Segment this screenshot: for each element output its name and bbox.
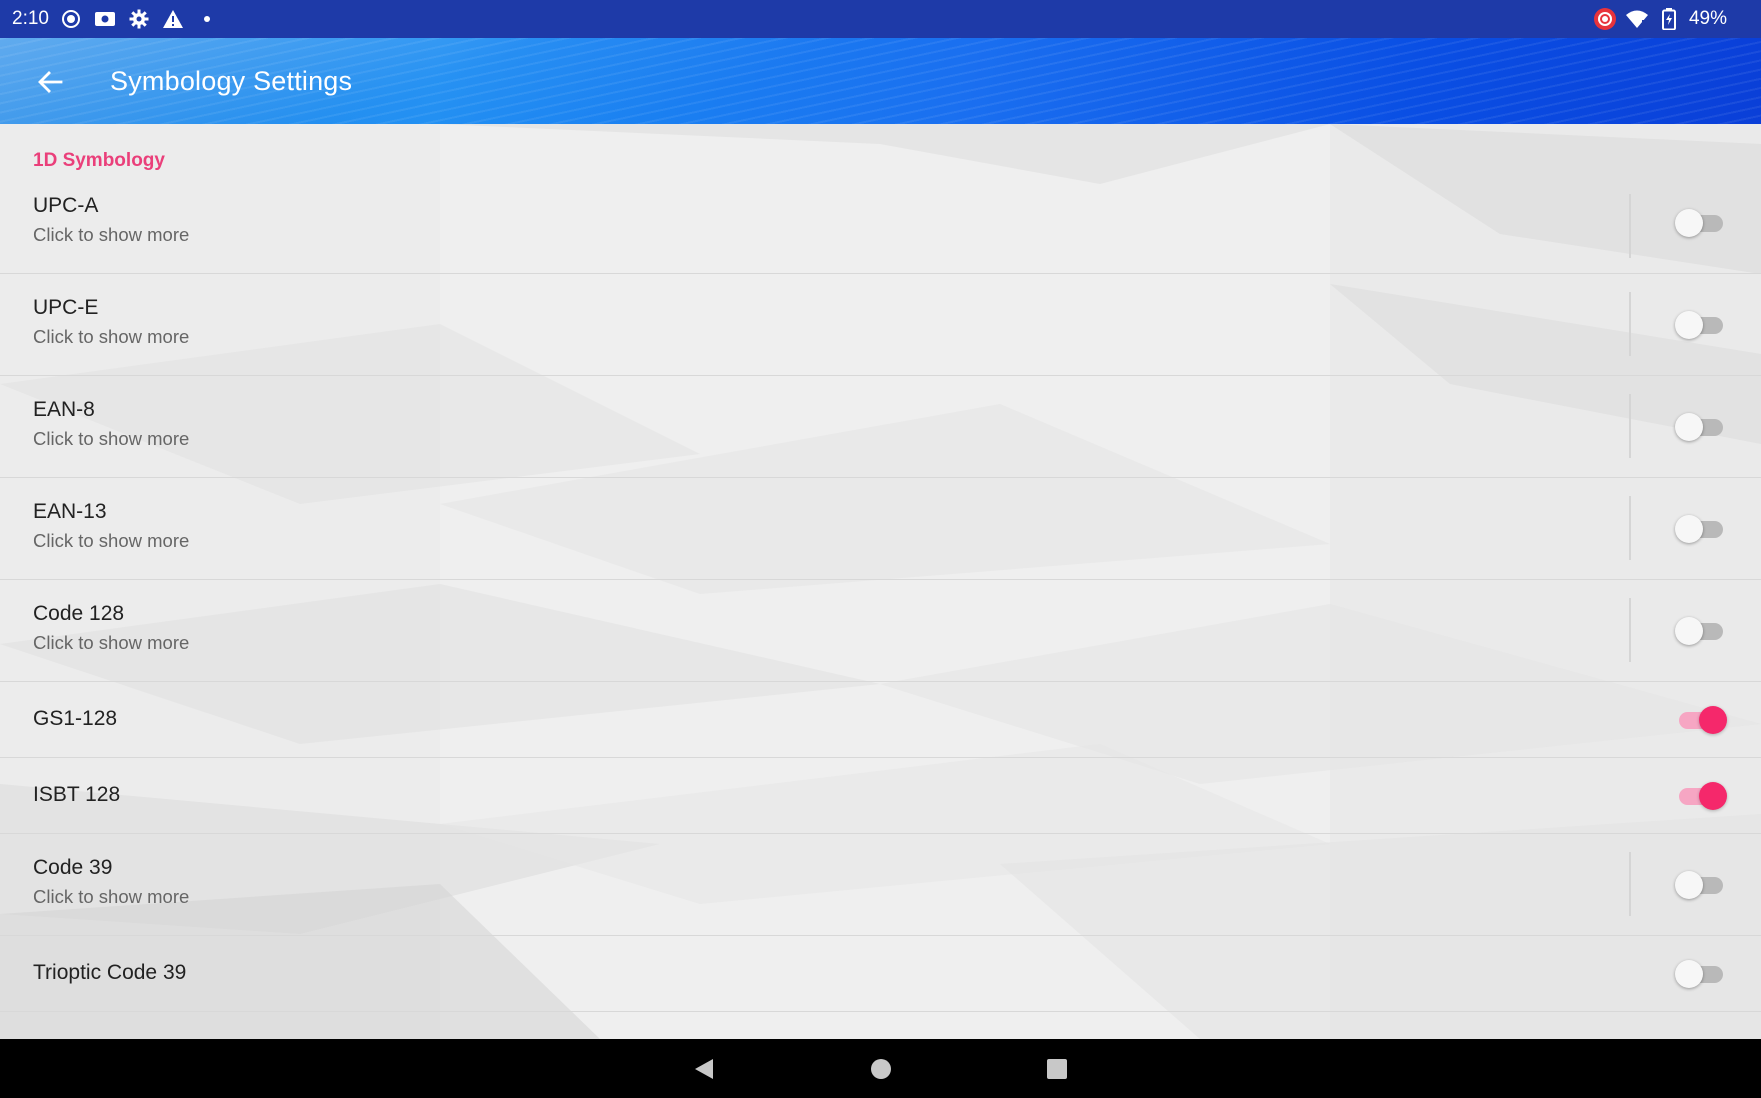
- switch-thumb: [1675, 515, 1703, 543]
- settings-list[interactable]: 1D Symbology UPC-A Click to show more UP…: [0, 124, 1761, 1039]
- pref-row-upc-a[interactable]: UPC-A Click to show more: [0, 176, 1761, 274]
- pref-title: EAN-13: [33, 500, 107, 523]
- pref-divider: [1629, 852, 1631, 916]
- switch-ean-13[interactable]: [1675, 514, 1727, 544]
- pref-summary: Click to show more: [33, 632, 190, 653]
- pref-divider: [1629, 194, 1631, 258]
- battery-icon: [1657, 7, 1681, 31]
- switch-code-39[interactable]: [1675, 870, 1727, 900]
- pref-title: EAN-8: [33, 398, 95, 421]
- gear-icon: [127, 7, 151, 31]
- navigation-bar: [0, 1039, 1761, 1098]
- pref-divider: [1629, 394, 1631, 458]
- nav-home-button[interactable]: [841, 1039, 921, 1098]
- pref-row-ean-8[interactable]: EAN-8 Click to show more: [0, 376, 1761, 478]
- pref-summary: Click to show more: [33, 530, 190, 551]
- switch-isbt-128[interactable]: [1675, 781, 1727, 811]
- arrow-left-icon: [38, 71, 63, 93]
- screen: 2:10 49% Symbology Settings 1D Symbology…: [0, 0, 1761, 1098]
- switch-trioptic-code-39[interactable]: [1675, 959, 1727, 989]
- recents-square-icon: [1047, 1058, 1067, 1079]
- switch-thumb: [1675, 960, 1703, 988]
- pref-title: Code 128: [33, 602, 125, 625]
- pref-divider: [1629, 292, 1631, 356]
- pref-title: Trioptic Code 39: [33, 961, 187, 984]
- switch-thumb: [1675, 209, 1703, 237]
- screen-cast-icon: [93, 7, 117, 31]
- category-1d-symbology: 1D Symbology: [33, 150, 165, 171]
- pref-divider: [1629, 496, 1631, 560]
- switch-upc-e[interactable]: [1675, 310, 1727, 340]
- switch-code-128[interactable]: [1675, 616, 1727, 646]
- switch-thumb: [1675, 871, 1703, 899]
- pref-row-code-128[interactable]: Code 128 Click to show more: [0, 580, 1761, 682]
- switch-thumb: [1699, 706, 1727, 734]
- pref-row-isbt-128[interactable]: ISBT 128: [0, 758, 1761, 834]
- pref-summary: Click to show more: [33, 224, 190, 245]
- back-button[interactable]: [28, 60, 72, 104]
- pref-summary: Click to show more: [33, 428, 190, 449]
- pref-title: Code 39: [33, 856, 113, 879]
- app-bar: Symbology Settings: [0, 38, 1761, 124]
- pref-title: UPC-E: [33, 296, 99, 319]
- status-time: 2:10: [12, 8, 49, 29]
- pref-summary: Click to show more: [33, 886, 190, 907]
- warning-icon: [161, 7, 185, 31]
- record-icon: [59, 7, 83, 31]
- pref-summary: Click to show more: [33, 326, 190, 347]
- switch-thumb: [1675, 413, 1703, 441]
- pref-row-gs1-128[interactable]: GS1-128: [0, 682, 1761, 758]
- switch-thumb: [1675, 617, 1703, 645]
- pref-row-ean-13[interactable]: EAN-13 Click to show more: [0, 478, 1761, 580]
- pref-row-code-39[interactable]: Code 39 Click to show more: [0, 834, 1761, 936]
- back-triangle-icon: [695, 1058, 713, 1079]
- nav-recents-button[interactable]: [1017, 1039, 1097, 1098]
- pref-row-upc-e[interactable]: UPC-E Click to show more: [0, 274, 1761, 376]
- battery-percent: 49%: [1688, 8, 1727, 29]
- pref-row-trioptic-code-39[interactable]: Trioptic Code 39: [0, 936, 1761, 1012]
- pref-title: GS1-128: [33, 707, 118, 730]
- switch-upc-a[interactable]: [1675, 208, 1727, 238]
- status-bar: 2:10 49%: [0, 0, 1761, 38]
- status-left: 2:10: [12, 7, 219, 31]
- switch-ean-8[interactable]: [1675, 412, 1727, 442]
- wifi-icon: [1625, 7, 1649, 31]
- pref-divider: [1629, 598, 1631, 662]
- home-circle-icon: [871, 1058, 891, 1079]
- pref-title: ISBT 128: [33, 783, 121, 806]
- switch-thumb: [1675, 311, 1703, 339]
- page-title: Symbology Settings: [110, 66, 353, 96]
- screen-record-icon: [1593, 7, 1617, 31]
- pref-title: UPC-A: [33, 194, 99, 217]
- nav-back-button[interactable]: [664, 1039, 744, 1098]
- dot-icon: [195, 7, 219, 31]
- switch-gs1-128[interactable]: [1675, 705, 1727, 735]
- switch-thumb: [1699, 782, 1727, 810]
- status-right: 49%: [1593, 7, 1749, 31]
